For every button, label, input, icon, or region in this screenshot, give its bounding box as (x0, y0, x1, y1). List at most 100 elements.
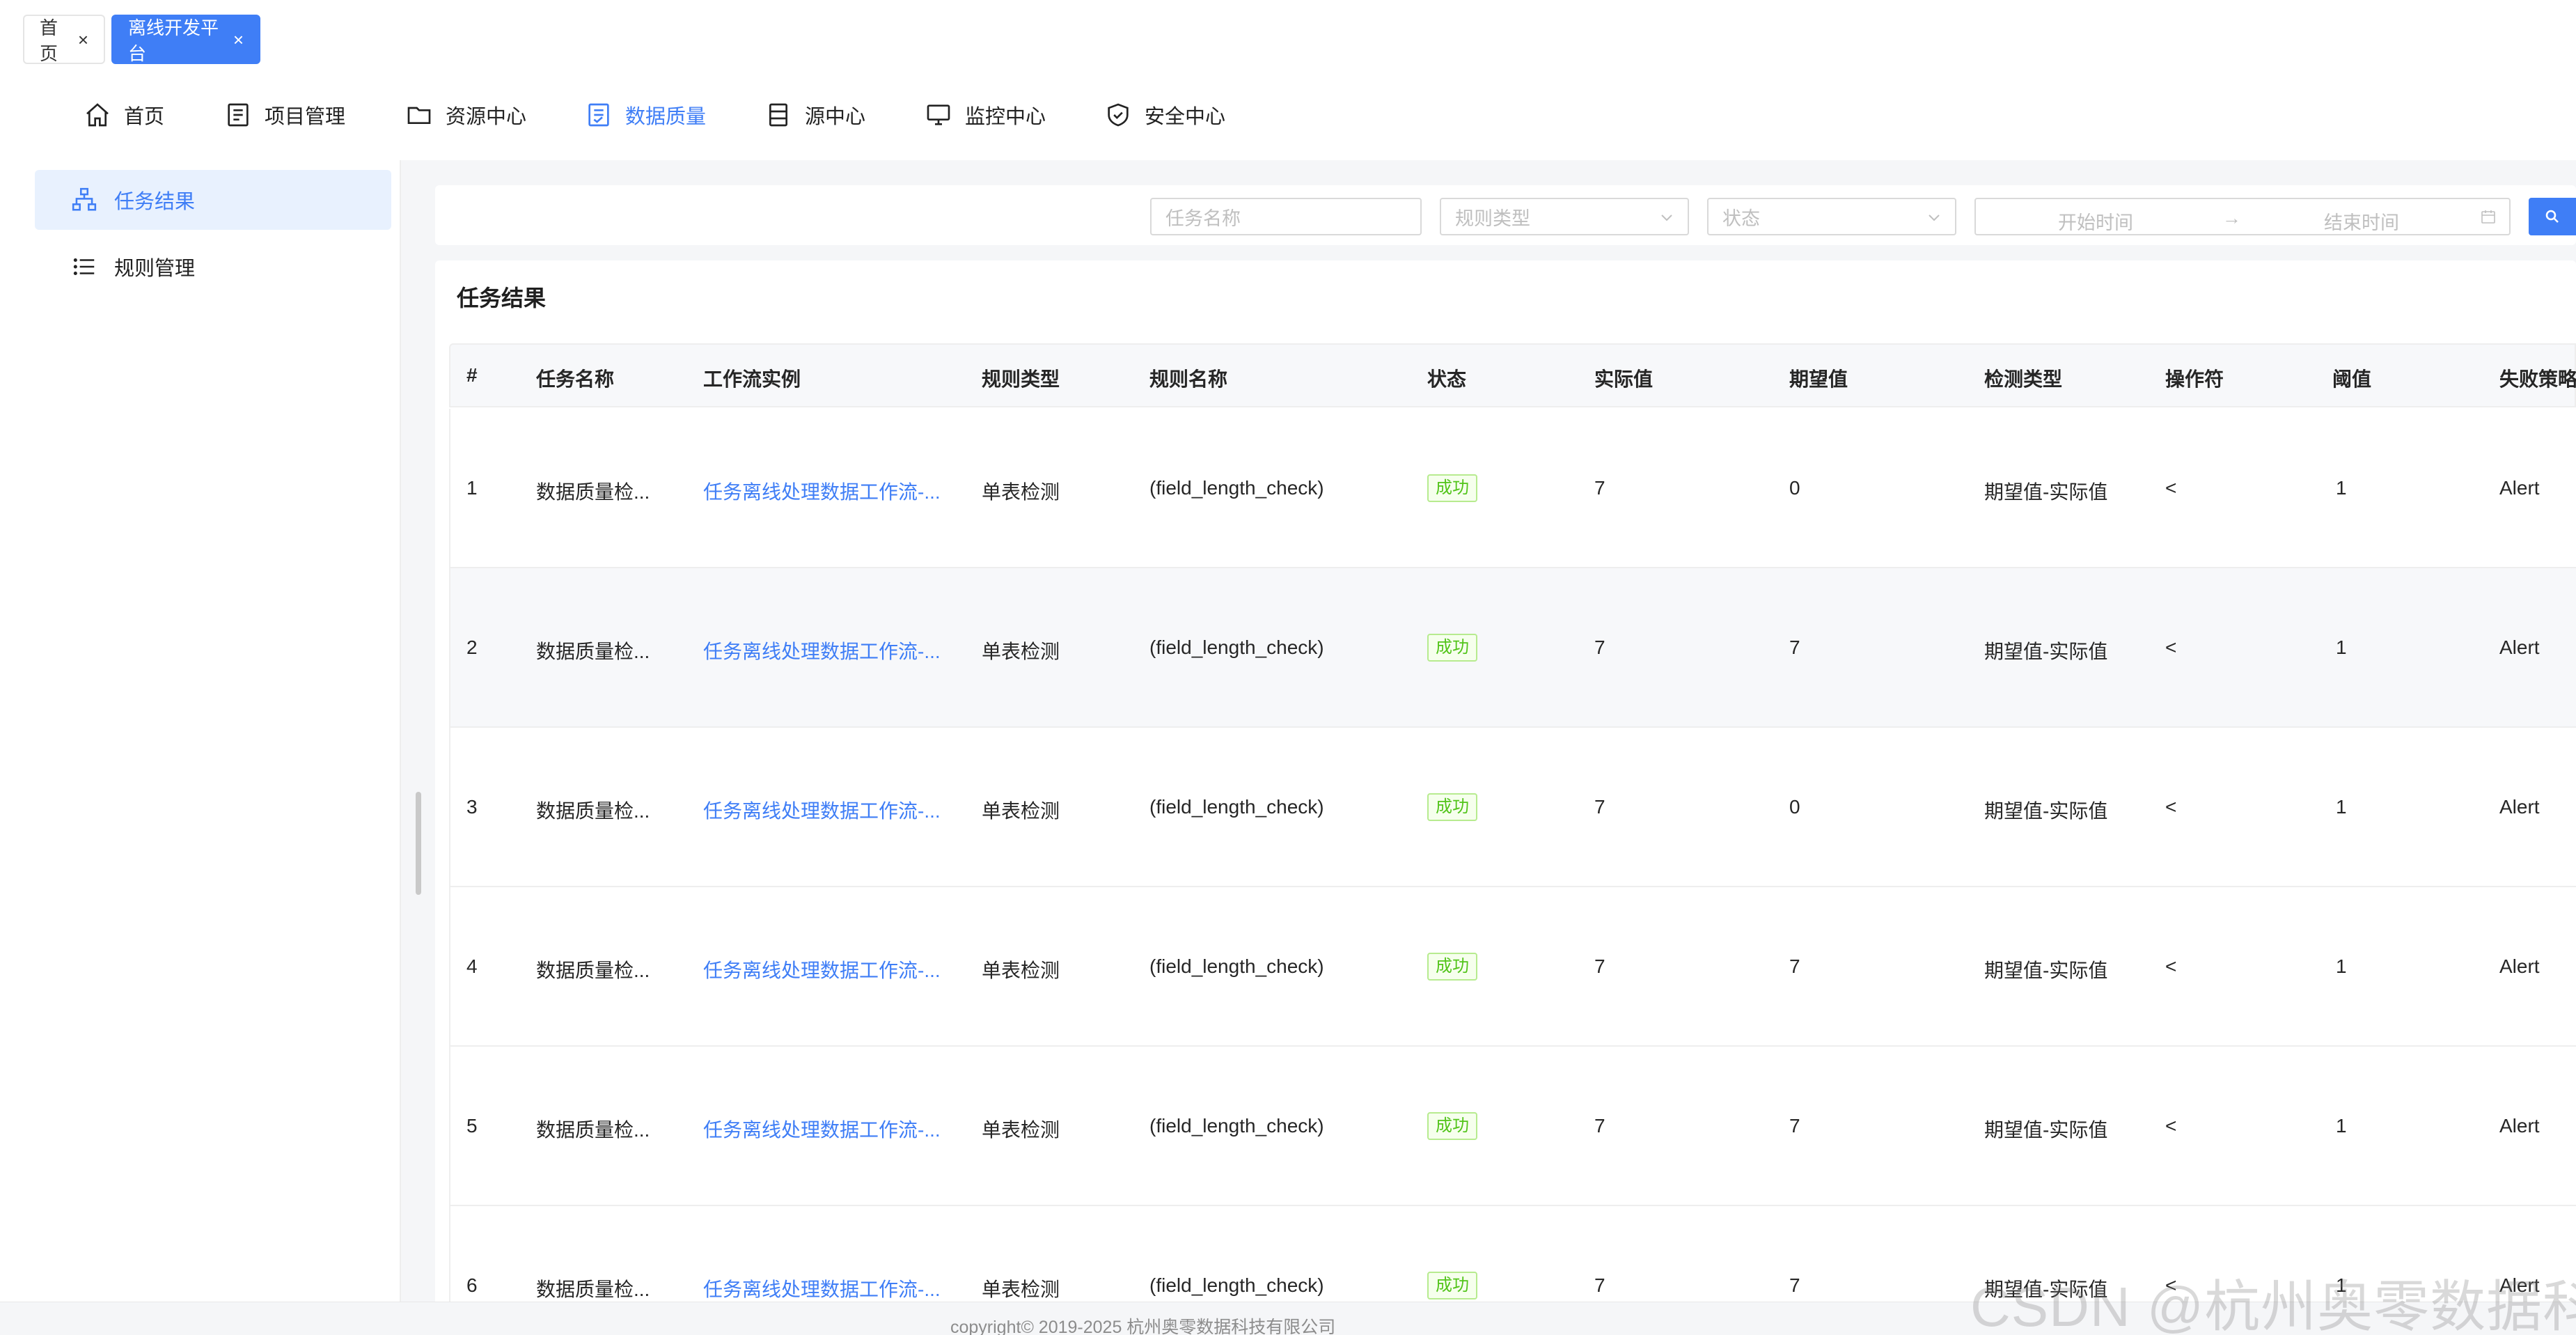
column-header: 操作符 (2165, 368, 2224, 390)
operator-cell: < (2165, 477, 2177, 499)
tab-offline-platform[interactable]: 离线开发平台 × (111, 15, 260, 64)
expected-value-cell: 7 (1789, 955, 1800, 977)
calendar-icon (2481, 210, 2495, 224)
rule-type-select[interactable]: 规则类型 (1440, 198, 1689, 235)
nav-item-resource[interactable]: 资源中心 (405, 80, 526, 150)
expected-value-cell: 7 (1789, 637, 1800, 658)
operator-cell: < (2165, 1115, 2177, 1137)
nav-item-label: 资源中心 (446, 106, 527, 128)
expected-value-cell: 0 (1789, 796, 1800, 818)
sidebar-scrollbar[interactable] (416, 792, 421, 895)
rule-type-cell: 单表检测 (982, 1279, 1060, 1300)
nav-item-label: 项目管理 (265, 106, 346, 128)
close-icon[interactable]: × (233, 31, 244, 49)
nav-item-label: 监控中心 (965, 106, 1046, 128)
close-icon[interactable]: × (78, 31, 88, 49)
task-name-cell: 数据质量检... (536, 641, 650, 662)
task-name-input[interactable]: 任务名称 (1150, 198, 1422, 235)
chevron-down-icon (1929, 214, 1940, 221)
nav-item-home[interactable]: 首页 (84, 80, 164, 150)
column-header: 规则类型 (982, 368, 1060, 390)
nav-item-label: 源中心 (805, 106, 866, 128)
nav-item-monitor[interactable]: 监控中心 (925, 80, 1046, 150)
status-badge: 成功 (1427, 793, 1477, 821)
project-icon (228, 103, 249, 127)
start-time-input[interactable]: 开始时间 (2058, 208, 2133, 235)
rule-name-cell: (field_length_check) (1149, 477, 1324, 499)
workflow-instance-link[interactable]: 任务离线处理数据工作流-... (703, 477, 941, 505)
expected-value-cell: 7 (1789, 1274, 1800, 1296)
check-type-cell: 期望值-实际值 (1984, 1119, 2108, 1141)
column-header: 工作流实例 (703, 368, 801, 390)
status-badge: 成功 (1427, 953, 1477, 981)
rule-name-cell: (field_length_check) (1149, 1115, 1324, 1137)
fail-strategy-cell: Alert (2499, 955, 2540, 977)
monitor-icon (927, 104, 950, 125)
rule-type-placeholder: 规则类型 (1455, 208, 1530, 229)
rule-name-cell: (field_length_check) (1149, 1274, 1324, 1296)
status-badge: 成功 (1427, 634, 1477, 662)
task-name-cell: 数据质量检... (536, 481, 650, 503)
row-number: 5 (466, 1115, 478, 1137)
task-name-cell: 数据质量检... (536, 1119, 650, 1141)
threshold-cell: 1 (2336, 955, 2347, 977)
tab-home[interactable]: 首页 × (23, 15, 105, 64)
rule-type-cell: 单表检测 (982, 960, 1060, 981)
nav-item-project[interactable]: 项目管理 (224, 80, 345, 150)
status-badge: 成功 (1427, 474, 1477, 502)
task-name-cell: 数据质量检... (536, 960, 650, 981)
threshold-cell: 1 (2336, 1115, 2347, 1137)
workflow-instance-link[interactable]: 任务离线处理数据工作流-... (703, 637, 941, 664)
actual-value-cell: 7 (1594, 955, 1605, 977)
expected-value-cell: 7 (1789, 1115, 1800, 1137)
rule-type-cell: 单表检测 (982, 800, 1060, 822)
check-type-cell: 期望值-实际值 (1984, 641, 2108, 662)
datasource-icon (769, 103, 787, 127)
column-header: # (466, 364, 478, 386)
search-button[interactable] (2529, 198, 2576, 235)
rule-type-cell: 单表检测 (982, 1119, 1060, 1141)
operator-cell: < (2165, 796, 2177, 818)
row-number: 4 (466, 955, 478, 977)
list-icon (73, 258, 95, 276)
workflow-instance-link[interactable]: 任务离线处理数据工作流-... (703, 1274, 941, 1302)
check-type-cell: 期望值-实际值 (1984, 960, 2108, 981)
fail-strategy-cell: Alert (2499, 637, 2540, 658)
column-header: 失败策略 (2499, 368, 2576, 390)
end-time-input[interactable]: 结束时间 (2324, 208, 2399, 235)
card-title: 任务结果 (457, 286, 547, 311)
sidebar-item-rule-management[interactable]: 规则管理 (35, 237, 391, 297)
row-number: 1 (466, 477, 478, 499)
column-header: 期望值 (1789, 368, 1848, 390)
search-icon (2545, 210, 2559, 223)
nav-item-label: 数据质量 (625, 106, 707, 128)
column-header: 阈值 (2332, 368, 2372, 390)
sidebar-item-task-results[interactable]: 任务结果 (35, 170, 391, 230)
chevron-down-icon (1661, 214, 1672, 221)
column-header: 任务名称 (536, 368, 615, 390)
shield-icon (1108, 103, 1129, 127)
workflow-instance-link[interactable]: 任务离线处理数据工作流-... (703, 1115, 941, 1143)
watermark: CSDN @杭州奥零数据科技 (1970, 1276, 2576, 1335)
nav-item-data-quality[interactable]: 数据质量 (585, 80, 706, 150)
rule-name-cell: (field_length_check) (1149, 637, 1324, 658)
check-type-cell: 期望值-实际值 (1984, 800, 2108, 822)
rule-type-cell: 单表检测 (982, 641, 1060, 662)
expected-value-cell: 0 (1789, 477, 1800, 499)
nav-item-label: 安全中心 (1145, 106, 1226, 128)
task-name-cell: 数据质量检... (536, 1279, 650, 1300)
workflow-instance-link[interactable]: 任务离线处理数据工作流-... (703, 796, 941, 824)
actual-value-cell: 7 (1594, 1115, 1605, 1137)
status-select[interactable]: 状态 (1707, 198, 1956, 235)
tab-offline-platform-label: 离线开发平台 (128, 17, 219, 64)
nav-item-security[interactable]: 安全中心 (1104, 80, 1225, 150)
threshold-cell: 1 (2336, 637, 2347, 658)
data-quality-icon (588, 103, 609, 127)
status-badge: 成功 (1427, 1272, 1477, 1299)
date-range-picker[interactable]: 开始时间 → 结束时间 (1974, 198, 2511, 235)
fail-strategy-cell: Alert (2499, 477, 2540, 499)
tab-home-label: 首页 (40, 17, 58, 64)
nav-item-datasource[interactable]: 源中心 (764, 80, 865, 150)
status-badge: 成功 (1427, 1112, 1477, 1140)
workflow-instance-link[interactable]: 任务离线处理数据工作流-... (703, 955, 941, 983)
